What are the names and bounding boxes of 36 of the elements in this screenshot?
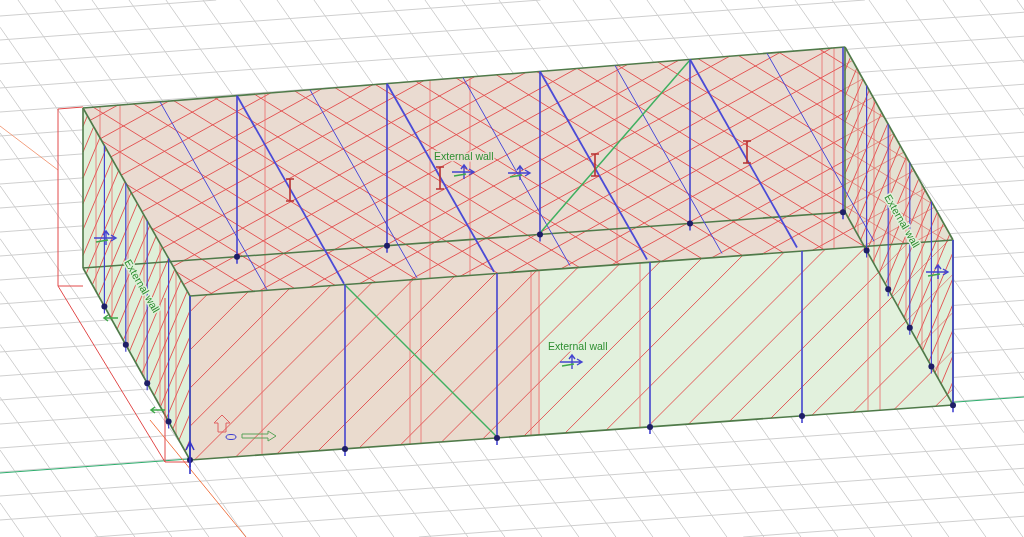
- joint-node-icon: [494, 435, 500, 441]
- joint-node-icon: [687, 220, 693, 227]
- joint-node-icon: [234, 253, 240, 260]
- wall-label: External wall: [434, 150, 494, 162]
- axis-arrows-icon: [507, 164, 532, 181]
- joint-node-icon: [647, 424, 653, 430]
- joint-node-icon: [165, 418, 172, 425]
- joint-node-icon: [537, 231, 543, 238]
- axis-arrows-icon: [93, 229, 118, 246]
- ellipse-icon: [225, 434, 237, 440]
- axis-arrows-icon: [559, 353, 584, 370]
- support-arrow-icon: [102, 314, 119, 322]
- joint-node-icon: [863, 247, 870, 254]
- joint-node-icon: [187, 457, 193, 463]
- joint-node-icon: [342, 445, 348, 452]
- joint-node-icon: [144, 380, 151, 387]
- beam-section-icon: [742, 140, 752, 164]
- joint-node-icon: [384, 242, 390, 249]
- beam-section-icon: [285, 178, 295, 202]
- joint-node-icon: [799, 413, 805, 420]
- axis-arrows-icon: [451, 163, 476, 180]
- up-arrow-icon: [213, 414, 231, 433]
- support-arrow-icon: [185, 440, 195, 475]
- joint-node-icon: [101, 303, 108, 310]
- axis-arrows-icon: [925, 263, 950, 280]
- beam-section-icon: [435, 166, 445, 190]
- support-arrow-icon: [149, 406, 166, 414]
- joint-node-icon: [840, 209, 846, 216]
- right-arrow-icon: [241, 430, 277, 442]
- beam-section-icon: [590, 153, 600, 177]
- joint-node-icon: [928, 363, 935, 370]
- joint-node-icon: [950, 402, 956, 409]
- joint-node-icon: [122, 341, 129, 348]
- joint-node-icon: [885, 286, 892, 293]
- axis-line: [0, 125, 59, 171]
- joint-node-icon: [906, 324, 913, 331]
